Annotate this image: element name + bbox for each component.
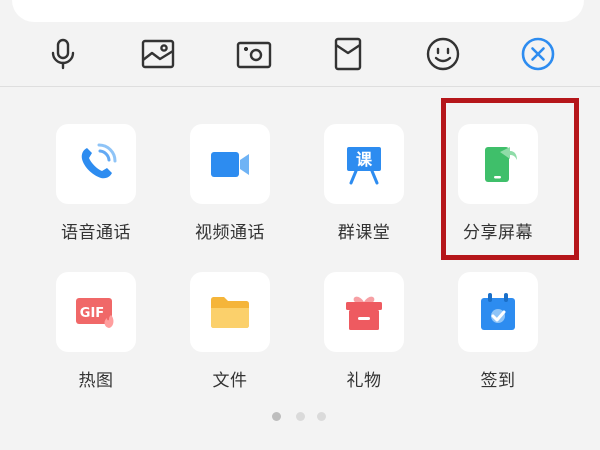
image-icon[interactable] <box>140 36 176 72</box>
voice-call-label: 语音通话 <box>61 223 131 243</box>
page-dot-1[interactable] <box>272 412 281 421</box>
video-call-label: 视频通话 <box>195 223 265 243</box>
hot-gif-button[interactable]: GIF 热图 <box>37 272 157 402</box>
voice-call-button[interactable]: 语音通话 <box>37 124 157 254</box>
file-tile <box>190 272 270 352</box>
svg-text:GIF: GIF <box>80 306 104 321</box>
page-dot-2[interactable] <box>296 412 305 421</box>
page-dot-3[interactable] <box>317 412 326 421</box>
gift-label: 礼物 <box>346 371 382 391</box>
hot-gif-tile: GIF <box>56 272 136 352</box>
group-classroom-label: 群课堂 <box>337 223 391 243</box>
checkin-calendar-icon <box>481 293 515 330</box>
gif-icon: GIF <box>76 298 114 328</box>
checkin-label: 签到 <box>480 371 516 391</box>
microphone-icon[interactable] <box>45 36 81 72</box>
camera-icon[interactable] <box>236 36 272 72</box>
toolbar-divider <box>0 86 600 87</box>
phone-icon <box>81 143 117 179</box>
gift-tile <box>324 272 404 352</box>
svg-text:课: 课 <box>356 150 373 169</box>
file-button[interactable]: 文件 <box>171 272 291 402</box>
video-call-tile <box>190 124 270 204</box>
close-icon[interactable] <box>520 36 556 72</box>
classroom-icon: 课 <box>347 147 381 185</box>
emoji-icon[interactable] <box>425 36 461 72</box>
file-label: 文件 <box>212 371 248 391</box>
checkin-tile <box>458 272 538 352</box>
gift-button[interactable]: 礼物 <box>305 272 425 402</box>
folder-icon <box>211 297 249 328</box>
message-input-area[interactable] <box>12 0 584 22</box>
red-packet-icon[interactable] <box>330 36 366 72</box>
share-screen-highlight-box <box>441 98 579 260</box>
voice-call-tile <box>56 124 136 204</box>
checkin-button[interactable]: 签到 <box>439 272 559 402</box>
hot-gif-label: 热图 <box>78 371 114 391</box>
group-classroom-tile: 课 <box>324 124 404 204</box>
input-toolbar <box>0 28 600 80</box>
gift-icon <box>346 296 382 330</box>
page-indicator <box>272 412 332 424</box>
video-call-button[interactable]: 视频通话 <box>171 124 291 254</box>
video-camera-icon <box>211 152 249 177</box>
group-classroom-button[interactable]: 课 群课堂 <box>305 124 425 254</box>
